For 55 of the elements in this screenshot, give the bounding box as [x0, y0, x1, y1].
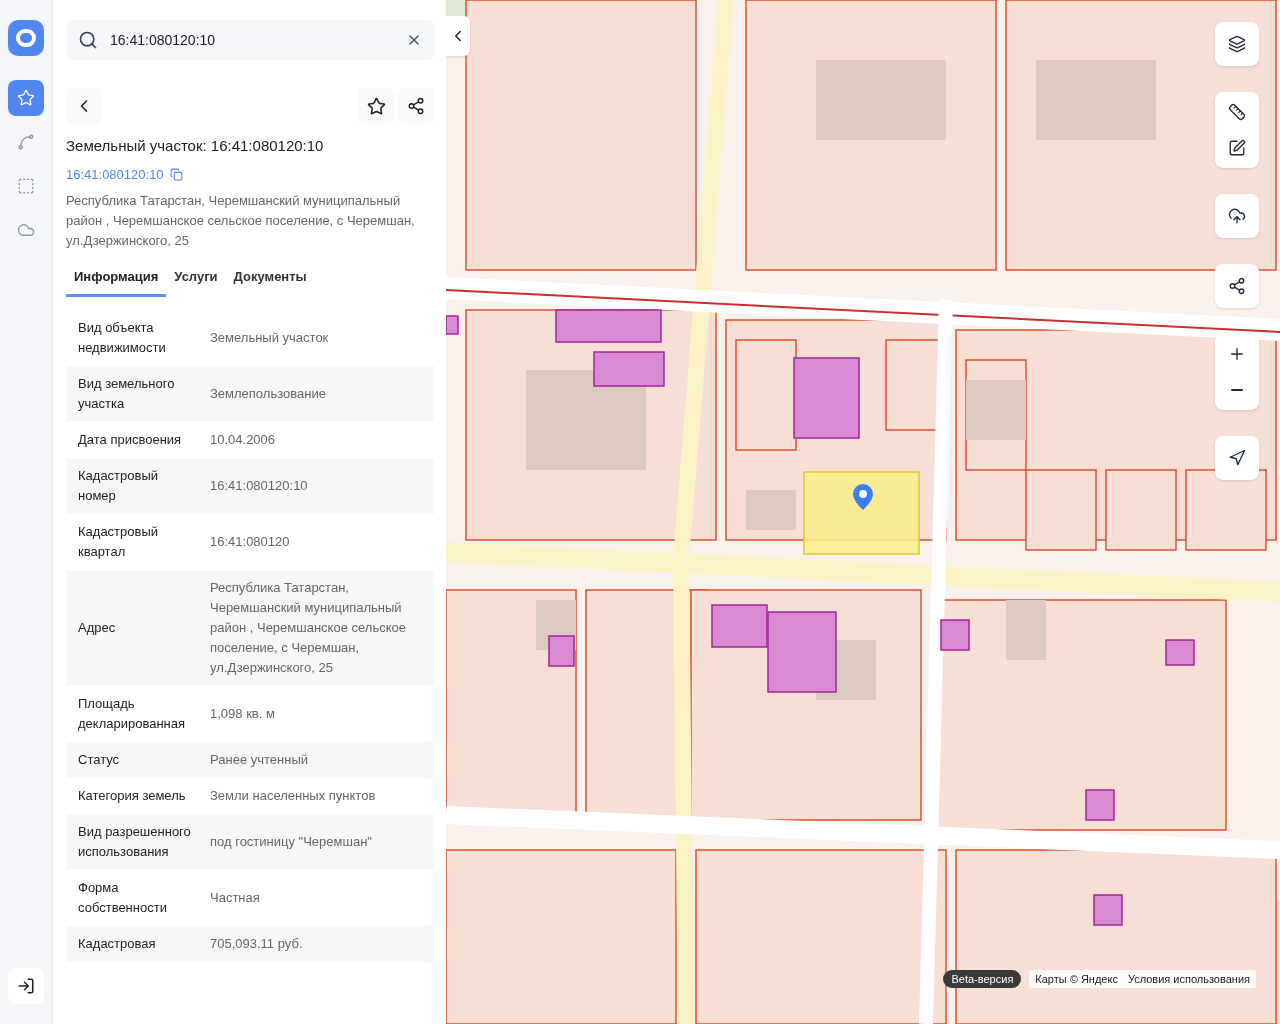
row-label: Кадастровая [78, 935, 157, 953]
star-icon [17, 89, 35, 107]
map-copyright: Карты © Яндекс [1035, 971, 1118, 987]
row-label: Вид объекта недвижимости [78, 319, 167, 357]
edit-icon [1228, 139, 1246, 157]
object-address: Республика Татарстан, Черемшанский муниципальный район , Черемшанское сельское поселение, с Черемшан, ул.Дзержинского, 25 [66, 191, 416, 250]
copy-icon [169, 168, 183, 182]
rail-button[interactable] [8, 80, 44, 116]
row-value: 705,093.11 руб. [210, 935, 304, 953]
layers-icon [1228, 35, 1246, 53]
row-value: 10.04.2006 [210, 431, 277, 449]
locate-icon [1228, 449, 1246, 467]
tab[interactable]: Информация [66, 262, 167, 297]
row-label: Дата присвоения [78, 431, 183, 449]
login-button[interactable] [8, 968, 44, 1004]
row-label: Кадастровый квартал [78, 523, 160, 561]
row-value: Частная [210, 889, 261, 907]
row-value: под гостиницу "Черемшан" [210, 833, 373, 851]
row-label: Вид земельного участка [78, 375, 176, 413]
tab[interactable]: Документы [225, 262, 315, 297]
row-label: Адрес [78, 619, 117, 637]
row-value: 16:41:080120:10 [210, 477, 309, 495]
ruler-icon [1228, 103, 1246, 121]
row-value: Ранее учтенный [210, 751, 309, 769]
row-label: Форма собственности [78, 879, 168, 917]
share-icon [407, 97, 425, 115]
collapse-panel-button[interactable] [446, 16, 470, 56]
search-field[interactable]: 16:41:080120:10 [66, 20, 434, 60]
login-icon [17, 977, 35, 995]
tab[interactable]: Услуги [166, 262, 226, 297]
row-value: Земельный участок [210, 329, 330, 347]
row-value: 1,098 кв. м [210, 705, 276, 723]
share-icon [1228, 277, 1246, 295]
favorite-button[interactable] [358, 88, 394, 124]
row-label: Статус [78, 751, 121, 769]
star-icon [366, 96, 386, 116]
row-label: Вид разрешенного использования [78, 823, 192, 861]
terms-link[interactable]: Условия использования [1127, 970, 1250, 987]
row-value: 16:41:080120 [210, 533, 291, 551]
share-button[interactable] [398, 88, 434, 124]
cadastral-link[interactable]: 16:41:080120:10 [66, 165, 164, 185]
upload-icon [1228, 207, 1246, 225]
search-icon [78, 30, 98, 50]
zoom-in-icon [1228, 345, 1246, 363]
row-label: Кадастровый номер [78, 467, 160, 505]
object-title: Земельный участок: 16:41:080120:10 [66, 136, 325, 156]
dashed-square-icon [17, 177, 35, 195]
cloud-icon [17, 221, 35, 239]
row-value: Земли населенных пунктов [210, 787, 377, 805]
row-label: Площадь декларированная [78, 695, 187, 733]
row-value: Землепользование [210, 385, 327, 403]
row-label: Категория земель [78, 787, 187, 805]
row-value: Республика Татарстан, Черемшанский муниципальный район , Черемшанское сельское поселение, с Черемшан, ул.Дзержинского, 25 [210, 579, 407, 677]
app-logo-icon [8, 20, 44, 56]
search-input[interactable]: 16:41:080120:10 [110, 29, 394, 51]
